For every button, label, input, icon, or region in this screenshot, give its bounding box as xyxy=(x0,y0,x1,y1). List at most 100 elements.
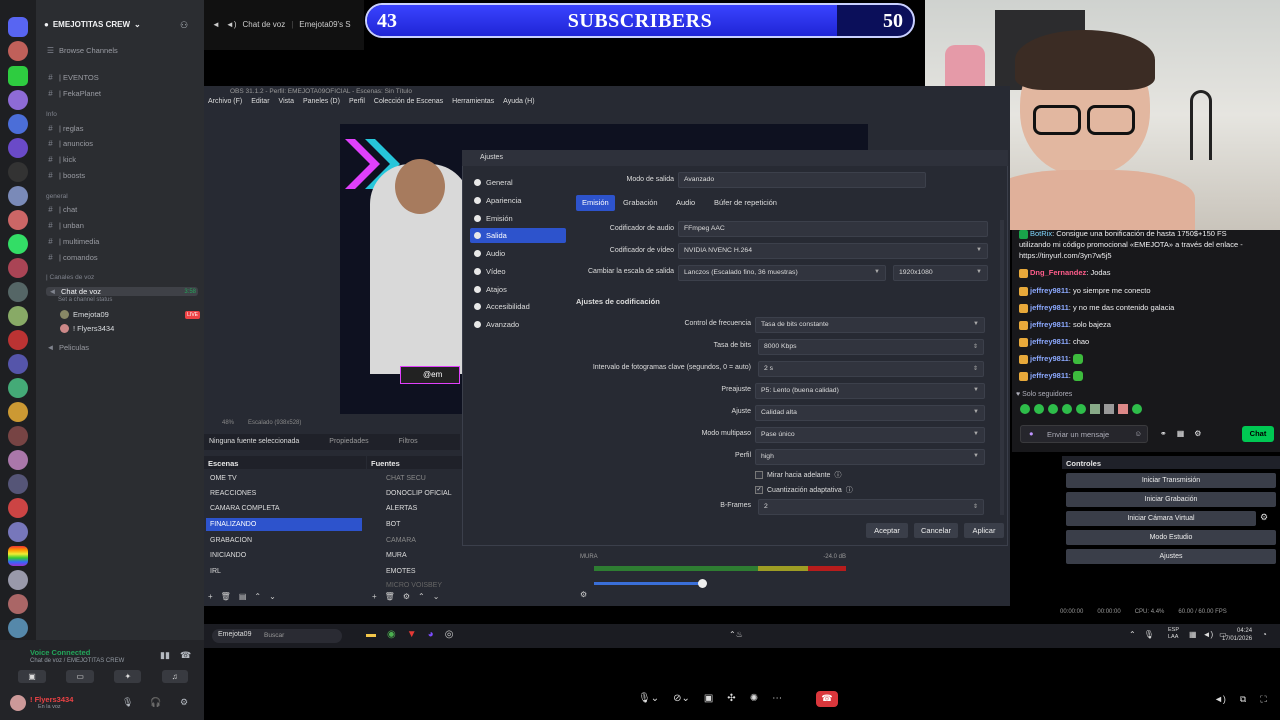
disconnect-icon[interactable]: ☎ xyxy=(180,650,191,661)
nav-accesibilidad[interactable]: Accesibilidad xyxy=(470,299,566,314)
tab-grabacion[interactable]: Grabación xyxy=(617,195,664,211)
channel-item-anuncios[interactable]: # | anuncios xyxy=(46,139,93,148)
menu-archivo[interactable]: Archivo (F) xyxy=(208,98,242,112)
server-icon[interactable] xyxy=(8,330,28,350)
channel-status[interactable]: Set a channel status xyxy=(58,297,112,303)
settings-button[interactable]: Ajustes xyxy=(1066,549,1276,564)
network-icon[interactable]: ▦ xyxy=(1189,630,1197,639)
discord-icon[interactable]: ◕ xyxy=(428,629,434,640)
multipass-select[interactable]: Pase único ▼ xyxy=(755,427,985,443)
nav-atajos[interactable]: Atajos xyxy=(470,282,566,297)
arrow-up-icon[interactable]: ⌃ xyxy=(418,592,425,601)
help-icon[interactable]: ⓘ xyxy=(834,470,841,480)
scene-item[interactable]: CAMARA COMPLETA xyxy=(206,502,362,515)
voice-path[interactable]: Chat de voz / EMEJOTITAS CREW xyxy=(30,658,124,664)
video-encoder-select[interactable]: NVIDIA NVENC H.264 ▼ xyxy=(678,243,988,259)
browse-channels[interactable]: ☰ Browse Channels xyxy=(46,46,118,55)
emote-icon[interactable] xyxy=(1104,404,1114,414)
menu-paneles[interactable]: Paneles (D) xyxy=(303,98,340,112)
bitrate-input[interactable]: 8000 Kbps ⇕ xyxy=(758,339,984,355)
start-stream-button[interactable]: Iniciar Transmisión xyxy=(1066,473,1276,488)
headphones-icon[interactable]: 🎧 xyxy=(150,697,161,708)
link-icon[interactable]: ⚭ xyxy=(1160,429,1167,438)
nav-salida[interactable]: Salida xyxy=(470,228,566,243)
microphone-icon[interactable]: ● xyxy=(1029,429,1034,438)
gear-icon[interactable]: ⚙ xyxy=(1194,429,1201,438)
profile-select[interactable]: high ▼ xyxy=(755,449,985,465)
server-icon[interactable] xyxy=(8,402,28,422)
tuning-select[interactable]: Calidad alta ▼ xyxy=(755,405,985,421)
channel-item-boosts[interactable]: # | boosts xyxy=(46,171,85,180)
filter-icon[interactable]: ▤ xyxy=(239,592,247,601)
server-icon[interactable] xyxy=(8,378,28,398)
scene-item[interactable]: GRABACION xyxy=(206,534,362,547)
scene-item[interactable]: INICIANDO xyxy=(206,549,362,562)
channel-item-reglas[interactable]: # | reglas xyxy=(46,124,83,133)
channel-item-unban[interactable]: # | unban xyxy=(46,221,84,230)
arrow-down-icon[interactable]: ⌄ xyxy=(433,592,440,601)
menu-perfil[interactable]: Perfil xyxy=(349,98,365,112)
clock[interactable]: 04:24 17/01/2026 xyxy=(1222,627,1252,643)
gear-icon[interactable]: ⚙ xyxy=(580,590,587,599)
server-icon[interactable] xyxy=(8,210,28,230)
emote-icon[interactable] xyxy=(1034,404,1044,414)
server-icon[interactable] xyxy=(8,618,28,638)
soundboard-icon[interactable]: ♫ xyxy=(161,669,188,683)
microphone-icon[interactable]: 🎙 xyxy=(122,697,133,708)
chat-username[interactable]: BotRix xyxy=(1030,229,1052,238)
start-virtual-camera-button[interactable]: Iniciar Cámara Virtual xyxy=(1066,511,1256,526)
kick-server-icon[interactable] xyxy=(8,66,28,86)
taskbar-search[interactable]: Emejota09 Buscar xyxy=(212,629,342,643)
arrow-up-icon[interactable]: ⌃ xyxy=(254,592,261,601)
menu-vista[interactable]: Vista xyxy=(279,98,294,112)
audio-encoder-select[interactable]: FFmpeg AAC xyxy=(678,221,988,237)
chat-username[interactable]: jeffrey9811 xyxy=(1030,286,1069,295)
menu-ayuda[interactable]: Ayuda (H) xyxy=(503,98,534,112)
arrow-down-icon[interactable]: ⌄ xyxy=(269,592,276,601)
chat-username[interactable]: jeffrey9811 xyxy=(1030,337,1069,346)
chrome-icon[interactable]: ◉ xyxy=(387,629,396,640)
server-icon[interactable] xyxy=(8,90,28,110)
hang-up-button[interactable]: ☎ xyxy=(816,691,838,707)
server-icon[interactable] xyxy=(8,570,28,590)
call-user[interactable]: Emejota09's S xyxy=(299,20,350,29)
server-icon[interactable] xyxy=(8,186,28,206)
store-icon[interactable]: ▦ xyxy=(1177,429,1185,438)
voice-channel-chat[interactable]: ◄ Chat de voz 3:58 xyxy=(46,287,198,296)
screen-share-icon[interactable]: ▣ xyxy=(704,693,713,704)
popout-icon[interactable]: ⧉ xyxy=(1240,694,1246,705)
server-icon[interactable] xyxy=(8,426,28,446)
menu-editar[interactable]: Editar xyxy=(251,98,269,112)
trash-icon[interactable]: 🗑 xyxy=(385,592,395,601)
volume-slider[interactable] xyxy=(594,582,704,585)
signal-icon[interactable]: ▮▮ xyxy=(160,650,170,661)
channel-item-chat[interactable]: # | chat xyxy=(46,205,77,214)
apply-button[interactable]: Aplicar xyxy=(964,523,1004,538)
chat-username[interactable]: Dng_Fernandez xyxy=(1030,268,1086,277)
volume-slider-handle[interactable] xyxy=(698,579,707,588)
server-icon[interactable] xyxy=(8,138,28,158)
server-icon[interactable] xyxy=(8,258,28,278)
add-user-icon[interactable]: ⚇ xyxy=(180,20,188,31)
activities-icon[interactable]: ✣ xyxy=(727,693,735,704)
rescale-resolution-select[interactable]: 1920x1080 ▼ xyxy=(893,265,988,281)
nav-apariencia[interactable]: Apariencia xyxy=(470,193,566,208)
server-icon[interactable] xyxy=(8,498,28,518)
source-item[interactable]: MICRO VOISBEY xyxy=(370,579,560,589)
emote-icon[interactable] xyxy=(1048,404,1058,414)
server-icon[interactable] xyxy=(8,114,28,134)
tab-bufer[interactable]: Búfer de repetición xyxy=(708,195,783,211)
server-icon[interactable] xyxy=(8,546,28,566)
folder-icon[interactable]: ▬ xyxy=(366,629,376,640)
menu-herramientas[interactable]: Herramientas xyxy=(452,98,494,112)
emoji-icon[interactable]: ☺ xyxy=(1134,429,1142,438)
emote-icon[interactable] xyxy=(1090,404,1100,414)
channel-item-fekaplanet[interactable]: # | FekaPlanet xyxy=(46,89,101,98)
preset-select[interactable]: P5: Lento (buena calidad) ▼ xyxy=(755,383,985,399)
start-recording-button[interactable]: Iniciar Grabación xyxy=(1066,492,1276,507)
gear-icon[interactable]: ⚙ xyxy=(1260,512,1268,523)
emote-icon[interactable] xyxy=(1062,404,1072,414)
rate-control-select[interactable]: Tasa de bits constante ▼ xyxy=(755,317,985,333)
soundboard-icon[interactable]: ✺ xyxy=(750,693,758,704)
source-item[interactable]: EMOTES xyxy=(370,565,560,578)
